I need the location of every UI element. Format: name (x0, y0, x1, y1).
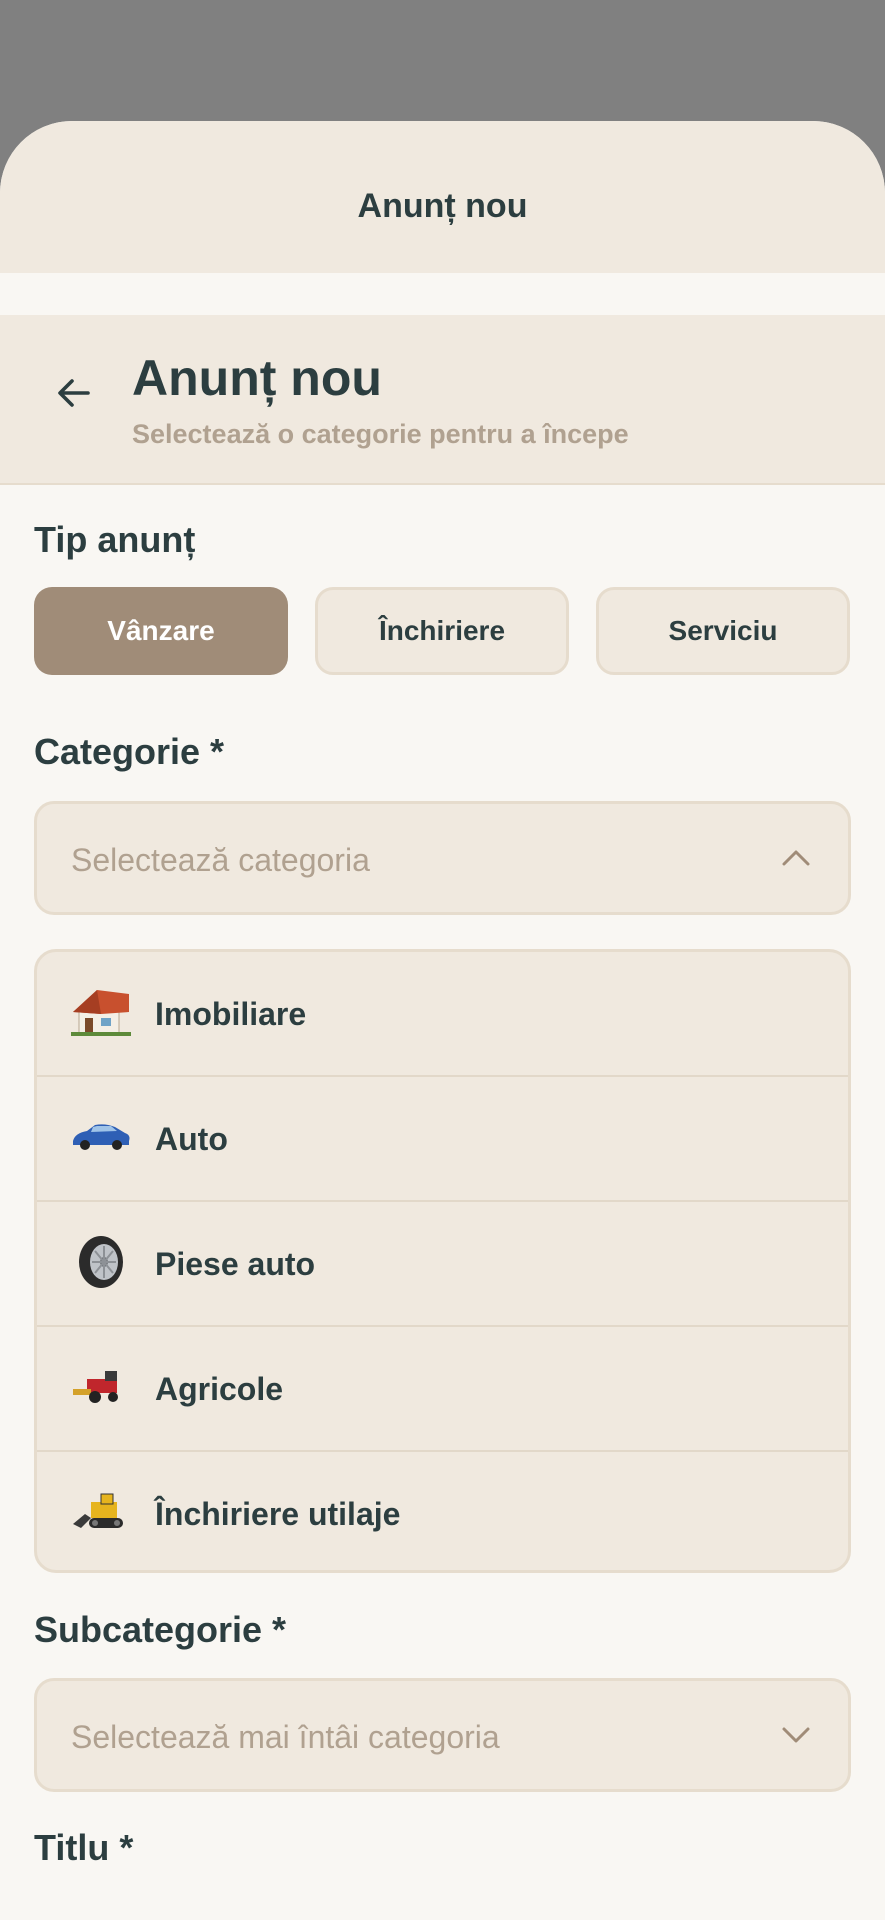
category-option-auto[interactable]: Auto (37, 1077, 848, 1202)
house-icon (71, 990, 131, 1036)
bulldozer-icon (73, 1493, 123, 1528)
sheet-title: Anunț nou (357, 187, 528, 225)
harvester-icon (73, 1371, 118, 1403)
category-option-label: Imobiliare (155, 996, 307, 1032)
category-option-agricole[interactable]: Agricole (37, 1327, 848, 1452)
arrow-left-icon (58, 379, 90, 407)
chevron-up-icon (782, 850, 810, 866)
back-button[interactable] (44, 363, 104, 423)
listing-type-sale-button[interactable]: Vânzare (34, 587, 288, 675)
subcategory-label: Subcategorie * (34, 1609, 287, 1650)
car-icon (73, 1124, 130, 1150)
listing-type-service-button[interactable]: Serviciu (596, 587, 850, 675)
category-option-label: Piese auto (155, 1246, 316, 1282)
category-placeholder: Selectează categoria (71, 842, 370, 878)
subcategory-select[interactable]: Selectează mai întâi categoria (34, 1678, 851, 1792)
category-label: Categorie * (34, 731, 225, 772)
chevron-down-icon (782, 1727, 810, 1743)
page-header: Anunț nou Selectează o categorie pentru … (0, 315, 885, 485)
category-dropdown: Imobiliare Auto Piese auto Agricole Înch… (34, 949, 851, 1573)
page-title: Anunț nou (132, 350, 382, 406)
category-option-inchiriere-utilaje[interactable]: Închiriere utilaje (37, 1452, 848, 1570)
title-field-label: Titlu * (34, 1827, 134, 1868)
listing-type-label: Tip anunț (34, 519, 196, 560)
category-option-label: Agricole (155, 1371, 284, 1407)
category-option-imobiliare[interactable]: Imobiliare (37, 952, 848, 1077)
bottom-sheet: Anunț nou Anunț nou Selectează o categor… (0, 121, 885, 1920)
category-option-piese-auto[interactable]: Piese auto (37, 1202, 848, 1327)
tire-icon (79, 1236, 123, 1288)
sheet-header: Anunț nou (0, 121, 885, 273)
page-subtitle: Selectează o categorie pentru a începe (132, 419, 629, 449)
category-option-label: Auto (155, 1121, 228, 1157)
listing-type-rent-button[interactable]: Închiriere (315, 587, 569, 675)
subcategory-placeholder: Selectează mai întâi categoria (71, 1719, 500, 1755)
category-select[interactable]: Selectează categoria (34, 801, 851, 915)
category-option-label: Închiriere utilaje (155, 1496, 401, 1532)
